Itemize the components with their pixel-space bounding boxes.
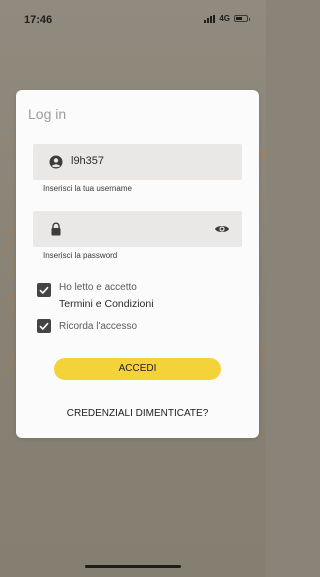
login-card: Log in l9h357 Inserisci la tua username … <box>16 90 259 438</box>
signal-icon <box>204 14 216 23</box>
user-circle-icon <box>49 155 63 169</box>
terms-label-line1: Ho letto e accetto <box>59 282 137 293</box>
checkmark-icon <box>39 286 49 295</box>
terms-checkbox[interactable] <box>37 283 51 297</box>
checkmark-icon <box>39 322 49 331</box>
remember-label: Ricorda l'accesso <box>59 321 138 332</box>
forgot-credentials-link[interactable]: CREDENZIALI DIMENTICATE? <box>16 408 259 419</box>
password-field[interactable] <box>33 211 242 247</box>
username-value[interactable]: l9h357 <box>71 155 104 167</box>
lock-icon <box>51 222 61 236</box>
status-time: 17:46 <box>24 14 53 26</box>
username-hint: Inserisci la tua username <box>43 184 132 193</box>
password-hint: Inserisci la password <box>43 251 118 260</box>
login-button[interactable]: ACCEDI <box>54 358 221 380</box>
card-title: Log in <box>28 106 67 122</box>
terms-link[interactable]: Termini e Condizioni <box>59 298 154 310</box>
network-label: 4G <box>219 14 230 23</box>
battery-icon <box>234 15 250 22</box>
eye-icon[interactable] <box>214 222 230 236</box>
status-indicators: 4G <box>204 14 250 23</box>
status-bar: 17:46 4G <box>0 0 266 44</box>
home-indicator <box>85 565 181 568</box>
username-field[interactable]: l9h357 <box>33 144 242 180</box>
remember-checkbox[interactable] <box>37 319 51 333</box>
app-screen: 17:46 4G Log in l9h357 Inserisci la tua … <box>0 0 266 577</box>
